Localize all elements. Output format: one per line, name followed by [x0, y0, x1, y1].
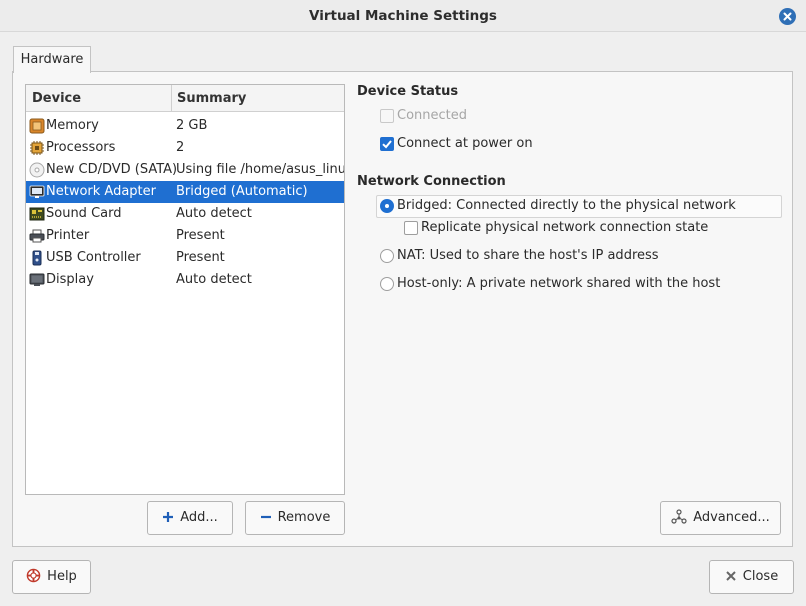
device-name: Display [46, 272, 94, 287]
replicate-state-label: Replicate physical network connection st… [421, 220, 709, 235]
device-summary: Auto detect [176, 206, 252, 221]
connected-checkbox[interactable] [380, 109, 394, 123]
connected-label: Connected [397, 108, 468, 123]
device-summary: Auto detect [176, 272, 252, 287]
device-row-processors[interactable]: Processors 2 [26, 137, 344, 159]
window-close-button[interactable] [779, 8, 796, 25]
device-name: New CD/DVD (SATA) [46, 162, 178, 177]
host-only-label: Host-only: A private network shared with… [397, 276, 721, 291]
remove-button-label: Remove [277, 510, 331, 525]
device-summary: Present [176, 228, 225, 243]
remove-button[interactable]: Remove [245, 501, 345, 535]
display-icon [29, 273, 45, 286]
printer-icon [29, 229, 45, 243]
device-summary: Present [176, 250, 225, 265]
help-button[interactable]: Help [12, 560, 91, 594]
cd-dvd-icon [29, 162, 45, 178]
minus-icon [260, 515, 271, 518]
close-x-icon [726, 570, 736, 581]
device-row-printer[interactable]: Printer Present [26, 225, 344, 247]
nat-radio[interactable] [380, 249, 394, 263]
device-list[interactable]: Device Summary Memory 2 GB Processors 2 [25, 84, 345, 495]
add-button[interactable]: Add... [147, 501, 233, 535]
close-icon [783, 12, 792, 21]
bridged-label: Bridged: Connected directly to the physi… [397, 198, 736, 213]
column-divider [171, 85, 172, 112]
memory-icon [29, 118, 45, 134]
device-name: USB Controller [46, 250, 141, 265]
title-bar: Virtual Machine Settings [0, 0, 806, 32]
device-list-header: Device Summary [26, 85, 344, 112]
device-summary: Using file /home/asus_linux [176, 162, 344, 177]
sound-card-icon [29, 207, 45, 221]
usb-icon [32, 250, 42, 266]
host-only-radio[interactable] [380, 277, 394, 291]
device-row-memory[interactable]: Memory 2 GB [26, 115, 344, 137]
connect-at-power-on-label: Connect at power on [397, 136, 533, 151]
checkmark-icon [382, 140, 392, 149]
device-name: Sound Card [46, 206, 122, 221]
device-row-sound-card[interactable]: Sound Card Auto detect [26, 203, 344, 225]
device-summary: 2 GB [176, 118, 208, 133]
device-status-title: Device Status [357, 84, 459, 99]
replicate-state-checkbox[interactable] [404, 221, 418, 235]
bridged-radio[interactable] [380, 199, 394, 213]
advanced-button[interactable]: Advanced... [660, 501, 781, 535]
close-button-label: Close [742, 569, 779, 584]
device-row-cd-dvd[interactable]: New CD/DVD (SATA) Using file /home/asus_… [26, 159, 344, 181]
add-button-label: Add... [180, 510, 218, 525]
device-name: Network Adapter [46, 184, 156, 199]
close-button[interactable]: Close [709, 560, 794, 594]
device-row-display[interactable]: Display Auto detect [26, 269, 344, 291]
advanced-button-label: Advanced... [693, 510, 770, 525]
processor-icon [30, 141, 44, 155]
connect-at-power-on-checkbox[interactable] [380, 137, 394, 151]
device-name: Memory [46, 118, 99, 133]
device-name: Printer [46, 228, 90, 243]
tab-hardware[interactable]: Hardware [13, 46, 91, 73]
network-nodes-icon [671, 508, 687, 524]
window-title: Virtual Machine Settings [309, 8, 497, 24]
column-header-device[interactable]: Device [32, 85, 81, 112]
device-row-network-adapter[interactable]: Network Adapter Bridged (Automatic) [26, 181, 344, 203]
plus-icon [163, 511, 174, 522]
device-name: Processors [46, 140, 116, 155]
nat-label: NAT: Used to share the host's IP address [397, 248, 659, 263]
device-row-usb-controller[interactable]: USB Controller Present [26, 247, 344, 269]
help-lifebuoy-icon [26, 568, 41, 583]
network-connection-title: Network Connection [357, 174, 506, 189]
help-button-label: Help [47, 569, 77, 584]
column-header-summary[interactable]: Summary [177, 85, 246, 112]
device-summary: 2 [176, 140, 185, 155]
network-adapter-icon [29, 185, 45, 198]
device-summary: Bridged (Automatic) [176, 184, 308, 199]
